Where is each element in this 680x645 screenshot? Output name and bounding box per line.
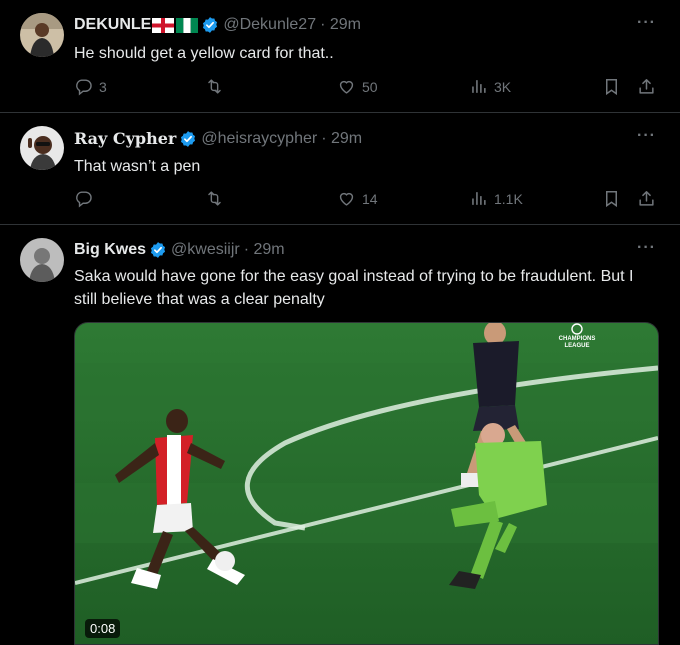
display-name[interactable]: DEKUNLE [74, 16, 151, 34]
champions-league-watermark-2: LEAGUE [564, 343, 589, 349]
nigeria-flag-icon [176, 17, 199, 33]
timestamp[interactable]: · 29m [321, 130, 362, 148]
more-icon[interactable]: ··· [637, 239, 656, 257]
more-icon[interactable]: ··· [637, 127, 656, 145]
views-icon [469, 77, 488, 96]
verified-badge-icon [149, 241, 167, 259]
reply-icon [74, 77, 93, 96]
share-icon [637, 77, 656, 96]
like-icon [337, 189, 356, 208]
like-button[interactable]: 50 [337, 77, 378, 96]
champions-league-watermark: CHAMPIONS [559, 336, 596, 342]
like-count: 50 [362, 78, 378, 95]
action-bar: 3 50 3K [74, 77, 660, 99]
bookmark-button[interactable] [602, 189, 621, 208]
user-handle[interactable]: @Dekunle27 [223, 16, 316, 34]
user-handle[interactable]: @kwesiijr [171, 241, 240, 259]
video-duration: 0:08 [85, 619, 121, 638]
bookmark-button[interactable] [602, 77, 621, 96]
retweet-icon [205, 189, 224, 208]
tweet-text: He should get a yellow card for that.. [74, 45, 334, 62]
bookmark-icon [602, 77, 621, 96]
share-icon [637, 189, 656, 208]
retweet-icon [205, 77, 224, 96]
retweet-button[interactable] [205, 189, 224, 208]
user-handle[interactable]: @heisraycypher [201, 130, 317, 148]
bookmark-icon [602, 189, 621, 208]
avatar[interactable] [20, 13, 64, 57]
reply-icon [74, 189, 93, 208]
tweet-text: That wasn’t a pen [74, 158, 201, 175]
avatar[interactable] [20, 126, 64, 170]
timestamp[interactable]: · 29m [244, 241, 285, 259]
flag-emojis [152, 17, 199, 33]
verified-badge-icon [179, 130, 197, 148]
verified-badge-icon [201, 16, 219, 34]
share-button[interactable] [637, 77, 656, 96]
retweet-button[interactable] [205, 77, 224, 96]
view-count: 3K [494, 78, 512, 95]
tweet-2[interactable]: Ray Cypher @heisraycypher · 29m ··· That… [0, 113, 680, 225]
ball [215, 551, 235, 571]
reply-count: 3 [99, 78, 107, 95]
like-count: 14 [362, 190, 378, 207]
timestamp[interactable]: · 29m [320, 16, 361, 34]
like-icon [337, 77, 356, 96]
more-icon[interactable]: ··· [637, 14, 656, 32]
like-button[interactable]: 14 [337, 189, 378, 208]
view-count: 1.1K [494, 190, 523, 207]
tweet-1[interactable]: DEKUNLE @Dekunle27 · 29m ··· He should g… [0, 0, 680, 113]
video-player[interactable]: CHAMPIONS LEAGUE 0:08 [74, 322, 659, 645]
views-button[interactable]: 1.1K [469, 189, 523, 208]
tweet-text: Saka would have gone for the easy goal i… [74, 268, 634, 308]
action-bar: 14 1.1K [74, 189, 660, 211]
views-button[interactable]: 3K [469, 77, 511, 96]
display-name[interactable]: Big Kwes [74, 241, 146, 259]
views-icon [469, 189, 488, 208]
display-name[interactable]: Ray Cypher [74, 129, 176, 148]
share-button[interactable] [637, 189, 656, 208]
avatar[interactable] [20, 238, 64, 282]
video-frame: CHAMPIONS LEAGUE [75, 323, 658, 644]
reply-button[interactable] [74, 189, 99, 208]
reply-button[interactable]: 3 [74, 77, 107, 96]
england-flag-icon [152, 17, 175, 33]
